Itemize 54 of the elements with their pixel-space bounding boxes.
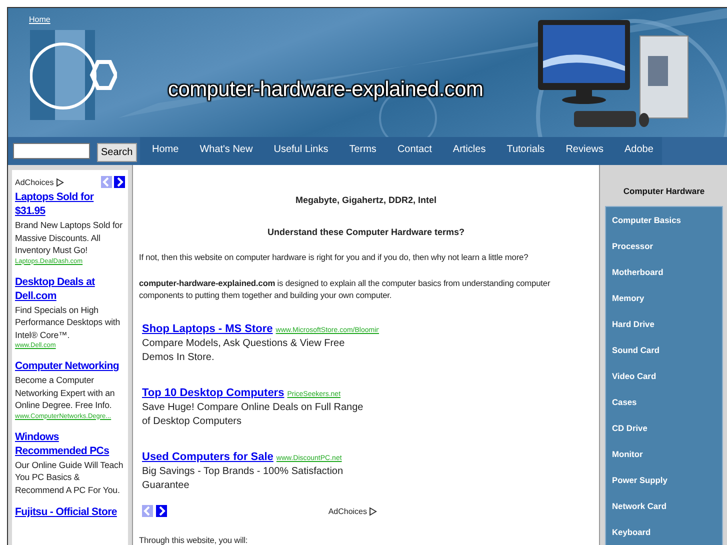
adchoices-link[interactable]: AdChoices bbox=[15, 178, 54, 186]
menu-link[interactable]: Keyboard bbox=[606, 524, 722, 545]
home-link[interactable]: Home bbox=[29, 15, 50, 24]
ad-title-link[interactable]: Shop Laptops - MS Store bbox=[142, 323, 273, 335]
nav-link[interactable]: Useful Links bbox=[262, 137, 338, 161]
nav-link[interactable]: Home bbox=[140, 137, 188, 161]
menu-link[interactable]: Motherboard bbox=[606, 264, 722, 290]
menu-link[interactable]: Video Card bbox=[606, 368, 722, 394]
site-title: computer-hardware-explained.com bbox=[168, 78, 484, 102]
menu-link[interactable]: Network Card bbox=[606, 498, 722, 524]
menu-link[interactable]: Power Supply bbox=[606, 472, 722, 498]
next-ad-button[interactable] bbox=[114, 176, 125, 188]
question-heading: Understand these Computer Hardware terms? bbox=[266, 227, 466, 237]
nav-link[interactable]: Articles bbox=[440, 137, 495, 161]
ad-description: Brand New Laptops Sold for Massive Discounts. All Inventory Must Go! bbox=[15, 219, 124, 256]
next-ad-button[interactable] bbox=[156, 505, 167, 517]
ad-title-link[interactable]: Used Computers for Sale bbox=[142, 451, 274, 463]
menu-link[interactable]: Hard Drive bbox=[606, 316, 722, 342]
menu-link[interactable]: Memory bbox=[606, 290, 722, 316]
intro-paragraph: computer-hardware-explained.com is designed to explain all the computer basics from understanding computer components to putting them together and building your own computer. bbox=[139, 277, 552, 301]
ad-description: Our Online Guide Will Teach You PC Basics & Recommend A PC For You. bbox=[15, 458, 124, 496]
adchoices-icon[interactable] bbox=[56, 178, 64, 186]
menu-link[interactable]: Sound Card bbox=[606, 342, 722, 368]
ad-description: Save Huge! Compare Online Deals on Full Range of Desktop Computers bbox=[142, 401, 364, 429]
menu-link[interactable]: CD Drive bbox=[606, 420, 722, 446]
menu-link[interactable]: Monitor bbox=[606, 446, 722, 472]
ad-title-link[interactable]: Desktop Deals at Dell.com bbox=[15, 274, 125, 302]
adchoices-link[interactable]: AdChoices bbox=[328, 506, 367, 516]
nav-link[interactable]: Contact bbox=[385, 137, 441, 161]
menu-link[interactable]: Processor bbox=[606, 238, 722, 264]
terms-heading: Megabyte, Gigahertz, DDR2, Intel bbox=[294, 195, 438, 205]
nav-link[interactable]: Terms bbox=[337, 137, 386, 161]
adchoices-icon[interactable] bbox=[369, 506, 377, 516]
ad-title-link[interactable]: Laptops Sold for $31.95 bbox=[15, 190, 125, 218]
search-field[interactable] bbox=[13, 143, 90, 159]
nav-link[interactable]: What's New bbox=[188, 137, 262, 161]
site-logo-icon bbox=[30, 30, 117, 120]
nav-link[interactable]: Tutorials bbox=[494, 137, 554, 161]
ad-description: Big Savings - Top Brands - 100% Satisfaction Guarantee bbox=[142, 465, 344, 493]
ad-description: Compare Models, Ask Questions & View Free Demos In Store. bbox=[142, 337, 346, 365]
ad-title-link[interactable]: Windows Recommended PCs bbox=[15, 430, 125, 458]
ad-title-link[interactable]: Computer Networking bbox=[15, 359, 125, 373]
ad-title-link[interactable]: Top 10 Desktop Computers bbox=[142, 387, 284, 399]
ad-title-link[interactable]: Fujitsu - Official Store bbox=[15, 505, 125, 519]
nav-link[interactable]: Adobe bbox=[612, 137, 662, 161]
menu-link[interactable]: Computer Basics bbox=[606, 212, 722, 238]
ad-description: Find Specials on High Performance Desktops with Intel® Core™. bbox=[15, 304, 122, 341]
nav-link[interactable]: Reviews bbox=[554, 137, 612, 161]
menu-title: Computer Hardware bbox=[622, 185, 706, 198]
intro-paragraph: If not, then this website on computer hardware is right for you and if you do, then why not learn a little more? bbox=[139, 251, 530, 263]
search-button[interactable]: Search bbox=[97, 143, 137, 162]
closing-paragraph: Through this website, you will: bbox=[139, 534, 249, 545]
ad-description: Become a Computer Networking Expert with an Online Degree. Free Info. bbox=[15, 374, 116, 412]
menu-link[interactable]: Cases bbox=[606, 394, 722, 420]
